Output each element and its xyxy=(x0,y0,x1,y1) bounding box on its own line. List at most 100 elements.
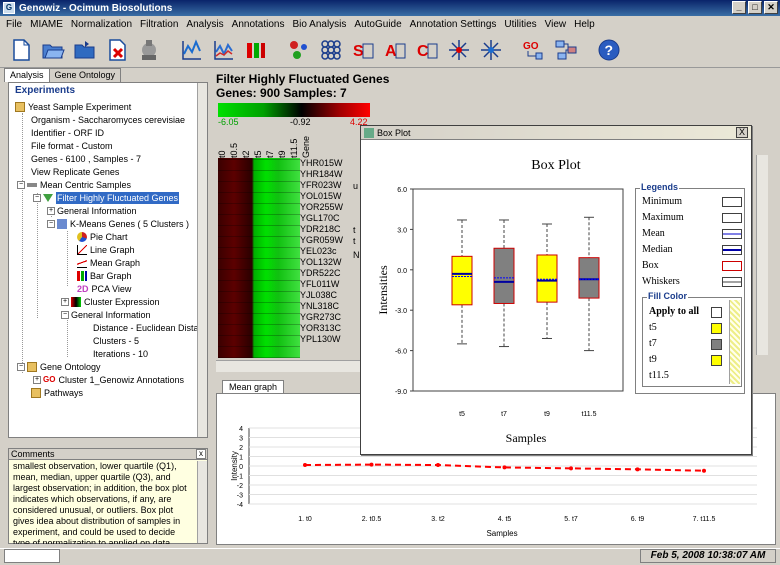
se-icon[interactable]: S xyxy=(350,37,375,62)
legend-minimum[interactable]: Minimum xyxy=(642,195,742,209)
g-network-icon[interactable] xyxy=(446,37,471,62)
grid-icon[interactable] xyxy=(318,37,343,62)
gene-id[interactable]: YOR255W xyxy=(300,202,343,213)
tree-node-pca[interactable]: 2D PCA View xyxy=(77,283,131,295)
legend-mean[interactable]: Mean xyxy=(642,227,742,241)
menu-file[interactable]: File xyxy=(2,19,26,30)
delete-icon[interactable] xyxy=(104,37,129,62)
fill-swatch[interactable] xyxy=(711,323,722,334)
gene-id[interactable]: YOL015W xyxy=(300,191,343,202)
s-network-icon[interactable] xyxy=(478,37,503,62)
close-icon[interactable]: x xyxy=(196,449,206,459)
tree-node-general-info[interactable]: + General Information xyxy=(47,205,137,217)
expand-toggle[interactable]: + xyxy=(61,298,69,306)
tree-node-cluster1-annotations[interactable]: + GO Cluster 1_Genowiz Annotations xyxy=(33,374,184,386)
tree-scrollbar[interactable] xyxy=(197,83,207,437)
menu-filtration[interactable]: Filtration xyxy=(136,19,182,30)
help-icon[interactable]: ? xyxy=(596,37,621,62)
pathway-icon[interactable] xyxy=(553,37,578,62)
gene-id[interactable]: YEL023c xyxy=(300,246,343,257)
ae-icon[interactable]: A xyxy=(382,37,407,62)
bar-icon[interactable] xyxy=(243,37,268,62)
tree-node-mean-graph[interactable]: Mean Graph xyxy=(77,257,140,269)
fill-scrollbar[interactable] xyxy=(729,300,740,384)
gene-id[interactable]: YDR522C xyxy=(300,268,343,279)
graph2-icon[interactable] xyxy=(211,37,236,62)
menu-annotations[interactable]: Annotations xyxy=(228,19,289,30)
tree-node-bar-graph[interactable]: Bar Graph xyxy=(77,270,132,282)
tab-mean-graph[interactable]: Mean graph xyxy=(222,380,285,393)
tree-node-filter-highly-fluctuated[interactable]: − Filter Highly Fluctuated Genes xyxy=(33,192,180,204)
dialog-close-button[interactable]: X xyxy=(736,127,748,138)
legend-median[interactable]: Median xyxy=(642,243,742,257)
fill-t7[interactable]: t7 xyxy=(649,336,729,352)
ce-icon[interactable]: C xyxy=(414,37,439,62)
close-button[interactable]: ✕ xyxy=(764,1,778,14)
tab-analysis[interactable]: Analysis xyxy=(4,68,50,82)
tree-node-pie-chart[interactable]: Pie Chart xyxy=(77,231,128,243)
menu-analysis[interactable]: Analysis xyxy=(182,19,227,30)
gene-id[interactable]: YDR218C xyxy=(300,224,343,235)
folder-icon[interactable] xyxy=(72,37,97,62)
minimize-button[interactable]: _ xyxy=(732,1,746,14)
expression-heatmap[interactable] xyxy=(218,158,300,358)
gene-id[interactable]: YOR313C xyxy=(300,323,343,334)
menu-utilities[interactable]: Utilities xyxy=(500,19,540,30)
graph-icon[interactable] xyxy=(179,37,204,62)
tree-node-file-format[interactable]: File format - Custom xyxy=(31,140,113,152)
legend-maximum[interactable]: Maximum xyxy=(642,211,742,225)
go-icon[interactable]: GO xyxy=(521,37,546,62)
expand-toggle[interactable]: + xyxy=(33,376,41,384)
tree-node-view-replicate[interactable]: View Replicate Genes xyxy=(31,166,119,178)
gene-id[interactable]: YGR273C xyxy=(300,312,343,323)
menu-normalization[interactable]: Normalization xyxy=(67,19,136,30)
tree-node-organism[interactable]: Organism - Saccharomyces cerevisiae xyxy=(31,114,185,126)
maximize-button[interactable]: □ xyxy=(748,1,762,14)
menu-view[interactable]: View xyxy=(541,19,571,30)
menu-annotation-settings[interactable]: Annotation Settings xyxy=(406,19,501,30)
legend-box[interactable]: Box xyxy=(642,259,742,273)
gene-id[interactable]: YFL011W xyxy=(300,279,343,290)
fill-apply-all[interactable]: Apply to all xyxy=(649,304,729,320)
new-icon[interactable] xyxy=(8,37,33,62)
fill-swatch[interactable] xyxy=(711,355,722,366)
collapse-toggle[interactable]: − xyxy=(33,194,41,202)
menu-bio-analysis[interactable]: Bio Analysis xyxy=(288,19,350,30)
expand-toggle[interactable]: + xyxy=(47,207,55,215)
gene-id[interactable]: YGR059W xyxy=(300,235,343,246)
gene-id[interactable]: YFR023W xyxy=(300,180,343,191)
right-vscrollbar[interactable] xyxy=(756,155,768,355)
collapse-toggle[interactable]: − xyxy=(17,181,25,189)
collapse-toggle[interactable]: − xyxy=(47,220,55,228)
tab-gene-ontology[interactable]: Gene Ontology xyxy=(48,68,122,82)
menu-autoguide[interactable]: AutoGuide xyxy=(350,19,405,30)
tree-node-general-info-2[interactable]: − General Information xyxy=(61,309,151,321)
fill-swatch[interactable] xyxy=(711,307,722,318)
tree-node-distance[interactable]: Distance - Euclidean Distance xyxy=(93,322,207,334)
menu-help[interactable]: Help xyxy=(570,19,599,30)
gene-id[interactable]: YPL130W xyxy=(300,334,343,345)
cluster-icon[interactable] xyxy=(286,37,311,62)
gene-id[interactable]: YHR015W xyxy=(300,158,343,169)
gene-id[interactable]: YHR184W xyxy=(300,169,343,180)
gene-id[interactable]: YNL318C xyxy=(300,301,343,312)
collapse-toggle[interactable]: − xyxy=(17,363,25,371)
tree-node-iterations[interactable]: Iterations - 10 xyxy=(93,348,148,360)
heatmap-hscrollbar[interactable] xyxy=(216,360,360,372)
tree-node-gene-ontology[interactable]: − Gene Ontology xyxy=(17,361,101,373)
open-icon[interactable] xyxy=(40,37,65,62)
gene-id[interactable]: YJL038C xyxy=(300,290,343,301)
tree-node-identifier[interactable]: Identifier - ORF ID xyxy=(31,127,104,139)
tree-node-experiment[interactable]: Yeast Sample Experiment xyxy=(15,101,131,113)
tree-node-cluster-expression[interactable]: + Cluster Expression xyxy=(61,296,160,308)
gene-id[interactable]: YOL132W xyxy=(300,257,343,268)
tree-node-genes-samples[interactable]: Genes - 6100 , Samples - 7 xyxy=(31,153,141,165)
fill-t5[interactable]: t5 xyxy=(649,320,729,336)
menu-miame[interactable]: MIAME xyxy=(26,19,67,30)
tree-node-clusters[interactable]: Clusters - 5 xyxy=(93,335,139,347)
fill-swatch[interactable] xyxy=(711,339,722,350)
tree-node-pathways[interactable]: Pathways xyxy=(31,387,83,399)
collapse-toggle[interactable]: − xyxy=(61,311,69,319)
gene-id[interactable]: YGL170C xyxy=(300,213,343,224)
comments-scrollbar[interactable] xyxy=(197,461,207,543)
